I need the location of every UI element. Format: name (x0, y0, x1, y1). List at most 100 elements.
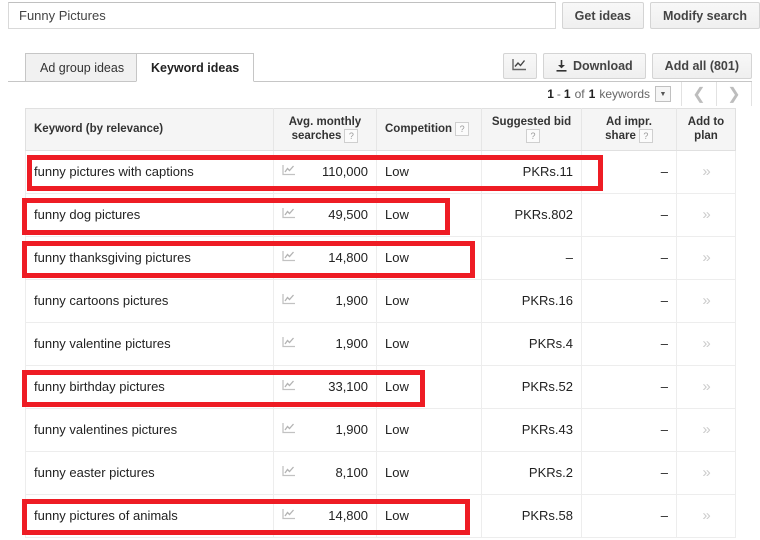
line-chart-icon[interactable] (282, 250, 296, 265)
help-icon-competition[interactable]: ? (455, 122, 470, 137)
help-icon-ad-impr-share[interactable]: ? (638, 129, 653, 144)
line-chart-icon[interactable] (282, 465, 296, 480)
cell-add-to-plan[interactable]: » (676, 150, 736, 194)
double-chevron-right-icon[interactable]: » (702, 421, 710, 438)
line-chart-icon[interactable] (282, 164, 296, 179)
line-chart-icon[interactable] (282, 207, 296, 222)
double-chevron-right-icon[interactable]: » (702, 464, 710, 481)
table-row[interactable]: funny valentines pictures 1,900 Low PKRs.43… (25, 408, 736, 452)
cell-add-to-plan[interactable]: » (676, 279, 736, 323)
pagination-of-label: of (574, 87, 585, 101)
competition-value: Low (385, 465, 409, 481)
column-header-avg-monthly-searches[interactable]: Avg. monthly searches? (273, 108, 377, 151)
table-row[interactable]: funny pictures with captions 110,000 Low PK… (25, 150, 736, 194)
pagination-range-start: 1 (547, 87, 554, 101)
column-header-keyword[interactable]: Keyword (by relevance) (25, 108, 274, 151)
cell-suggested-bid: PKRs.11 (481, 150, 582, 194)
cell-add-to-plan[interactable]: » (676, 408, 736, 452)
cell-keyword[interactable]: funny pictures of animals (25, 494, 274, 538)
download-button[interactable]: Download (542, 53, 646, 79)
cell-keyword[interactable]: funny dog pictures (25, 193, 274, 237)
cell-ad-impr-share: – (581, 322, 677, 366)
cell-suggested-bid: PKRs.58 (481, 494, 582, 538)
cell-keyword[interactable]: funny birthday pictures (25, 365, 274, 409)
cell-ad-impr-share: – (581, 451, 677, 495)
table-row[interactable]: funny pictures of animals 14,800 Low PKRs.5… (25, 494, 736, 538)
line-chart-icon (512, 58, 527, 74)
table-body: funny pictures with captions 110,000 Low PK… (25, 150, 736, 538)
avg-monthly-searches-value: 1,900 (335, 422, 368, 438)
table-row[interactable]: funny cartoons pictures 1,900 Low PKRs.16 – » (25, 279, 736, 323)
download-label: Download (572, 59, 633, 73)
pagination-unit-label: keywords (599, 87, 650, 101)
avg-monthly-searches-value: 14,800 (328, 508, 368, 524)
cell-avg-monthly-searches: 14,800 (273, 236, 377, 280)
cell-competition: Low (376, 494, 482, 538)
help-icon-suggested-bid[interactable]: ? (526, 129, 540, 144)
cell-avg-monthly-searches: 49,500 (273, 193, 377, 237)
cell-avg-monthly-searches: 110,000 (273, 150, 377, 194)
cell-add-to-plan[interactable]: » (676, 451, 736, 495)
double-chevron-right-icon[interactable]: » (702, 335, 710, 352)
column-header-competition-label: Competition (385, 123, 453, 136)
help-icon-avg-monthly-searches[interactable]: ? (344, 129, 359, 144)
get-ideas-button[interactable]: Get ideas (561, 2, 644, 29)
cell-keyword[interactable]: funny valentine pictures (25, 322, 274, 366)
cell-avg-monthly-searches: 8,100 (273, 451, 377, 495)
keyword-text: funny valentine pictures (34, 336, 171, 352)
cell-competition: Low (376, 193, 482, 237)
line-chart-icon[interactable] (282, 336, 296, 351)
double-chevron-right-icon[interactable]: » (702, 206, 710, 223)
chevron-left-icon[interactable]: ❮ (681, 82, 716, 106)
tab-ad-group-ideas[interactable]: Ad group ideas (25, 53, 140, 82)
chevron-right-icon[interactable]: ❯ (716, 82, 752, 106)
column-header-competition[interactable]: Competition? (376, 108, 482, 151)
cell-add-to-plan[interactable]: » (676, 193, 736, 237)
suggested-bid-value: PKRs.16 (521, 293, 573, 309)
cell-add-to-plan[interactable]: » (676, 236, 736, 280)
cell-ad-impr-share: – (581, 494, 677, 538)
line-chart-icon[interactable] (282, 293, 296, 308)
double-chevron-right-icon[interactable]: » (702, 163, 710, 180)
column-header-ad-impr-share[interactable]: Ad impr. share? (581, 108, 677, 151)
table-row[interactable]: funny easter pictures 8,100 Low PKRs.2 – » (25, 451, 736, 495)
avg-monthly-searches-value: 49,500 (328, 207, 368, 223)
column-header-suggested-bid[interactable]: Suggested bid? (481, 108, 582, 151)
competition-value: Low (385, 422, 409, 438)
line-chart-icon[interactable] (282, 422, 296, 437)
chart-toggle-button[interactable] (502, 53, 537, 79)
caret-down-icon[interactable]: ▼ (655, 86, 671, 102)
cell-keyword[interactable]: funny cartoons pictures (25, 279, 274, 323)
cell-keyword[interactable]: funny valentines pictures (25, 408, 274, 452)
tab-ad-group-ideas-label: Ad group ideas (40, 60, 125, 75)
ad-impr-share-value: – (660, 379, 668, 395)
table-row[interactable]: funny thanksgiving pictures 14,800 Low – – » (25, 236, 736, 280)
keyword-search-input[interactable]: Funny Pictures (8, 2, 556, 29)
ad-impr-share-value: – (660, 422, 668, 438)
line-chart-icon[interactable] (282, 508, 296, 523)
cell-add-to-plan[interactable]: » (676, 365, 736, 409)
double-chevron-right-icon[interactable]: » (702, 292, 710, 309)
cell-keyword[interactable]: funny thanksgiving pictures (25, 236, 274, 280)
table-row[interactable]: funny dog pictures 49,500 Low PKRs.802 – » (25, 193, 736, 237)
add-all-button[interactable]: Add all (801) (651, 53, 752, 79)
line-chart-icon[interactable] (282, 379, 296, 394)
pagination-dash: - (556, 87, 561, 101)
suggested-bid-value: PKRs.2 (528, 465, 573, 481)
table-row[interactable]: funny birthday pictures 33,100 Low PKRs.52 –… (25, 365, 736, 409)
cell-keyword[interactable]: funny easter pictures (25, 451, 274, 495)
tab-keyword-ideas[interactable]: Keyword ideas (136, 53, 255, 82)
modify-search-button[interactable]: Modify search (649, 2, 760, 29)
cell-suggested-bid: PKRs.43 (481, 408, 582, 452)
cell-keyword[interactable]: funny pictures with captions (25, 150, 274, 194)
ad-impr-share-value: – (660, 164, 668, 180)
double-chevron-right-icon[interactable]: » (702, 507, 710, 524)
cell-competition: Low (376, 365, 482, 409)
table-row[interactable]: funny valentine pictures 1,900 Low PKRs.4 – » (25, 322, 736, 366)
tab-actions: Download Add all (801) (502, 53, 752, 79)
cell-add-to-plan[interactable]: » (676, 494, 736, 538)
cell-add-to-plan[interactable]: » (676, 322, 736, 366)
cell-suggested-bid: PKRs.52 (481, 365, 582, 409)
double-chevron-right-icon[interactable]: » (702, 249, 710, 266)
double-chevron-right-icon[interactable]: » (702, 378, 710, 395)
